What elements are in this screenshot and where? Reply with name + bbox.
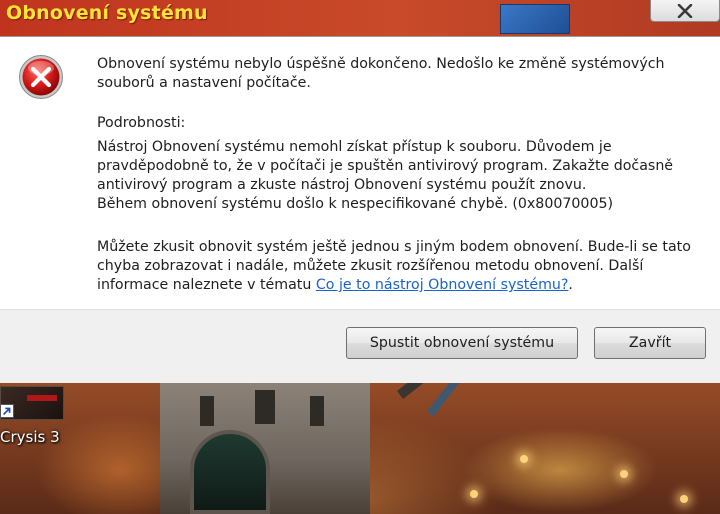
suggestion-prefix: informace naleznete v tématu (97, 277, 316, 293)
error-dialog: Obnovení systému nebylo úspěšně dokončen… (0, 36, 720, 383)
button-bar: Spustit obnovení systému Zavřít (0, 309, 720, 383)
details-line: antivirový program a zkuste nástroj Obno… (97, 177, 587, 193)
suggestion-line: informace naleznete v tématu Co je to ná… (97, 276, 707, 295)
details-line: Nástroj Obnovení systému nemohl získat p… (97, 139, 612, 155)
window-title: Obnovení systému (6, 2, 208, 24)
shortcut-arrow-icon (0, 404, 14, 418)
error-message: Obnovení systému nebylo úspěšně dokončen… (97, 55, 707, 93)
title-bar: Obnovení systému (0, 0, 720, 36)
wallpaper-light (680, 495, 688, 503)
suggestion-section: Můžete zkusit obnovit systém ještě jedno… (97, 238, 707, 295)
close-button[interactable] (650, 0, 720, 22)
close-icon (677, 3, 693, 18)
start-restore-button[interactable]: Spustit obnovení systému (346, 327, 578, 359)
wallpaper-light (620, 470, 628, 478)
help-link[interactable]: Co je to nástroj Obnovení systému? (316, 277, 569, 293)
details-line: pravděpodobně to, že v počítači je spušt… (97, 158, 674, 174)
message-line: souborů a nastavení počítače. (97, 75, 311, 91)
wallpaper-light (520, 455, 528, 463)
taskbar-thumbnail (500, 4, 570, 34)
shortcut-label: Crysis 3 (0, 428, 60, 446)
close-dialog-button[interactable]: Zavřít (594, 327, 706, 359)
message-line: Obnovení systému nebylo úspěšně dokončen… (97, 56, 665, 72)
suggestion-suffix: . (568, 277, 573, 293)
wallpaper-arch (190, 430, 270, 514)
details-section: Podrobnosti: Nástroj Obnovení systému ne… (97, 114, 707, 214)
desktop-shortcut[interactable]: Crysis 3 (0, 386, 70, 456)
suggestion-line: Můžete zkusit obnovit systém ještě jedno… (97, 239, 691, 255)
details-line: Během obnovení systému došlo k nespecifi… (97, 196, 614, 212)
error-icon (19, 55, 63, 99)
wallpaper-light (470, 490, 478, 498)
details-heading: Podrobnosti: (97, 115, 186, 131)
suggestion-line: chyba zobrazovat i nadále, můžete zkusit… (97, 258, 644, 274)
